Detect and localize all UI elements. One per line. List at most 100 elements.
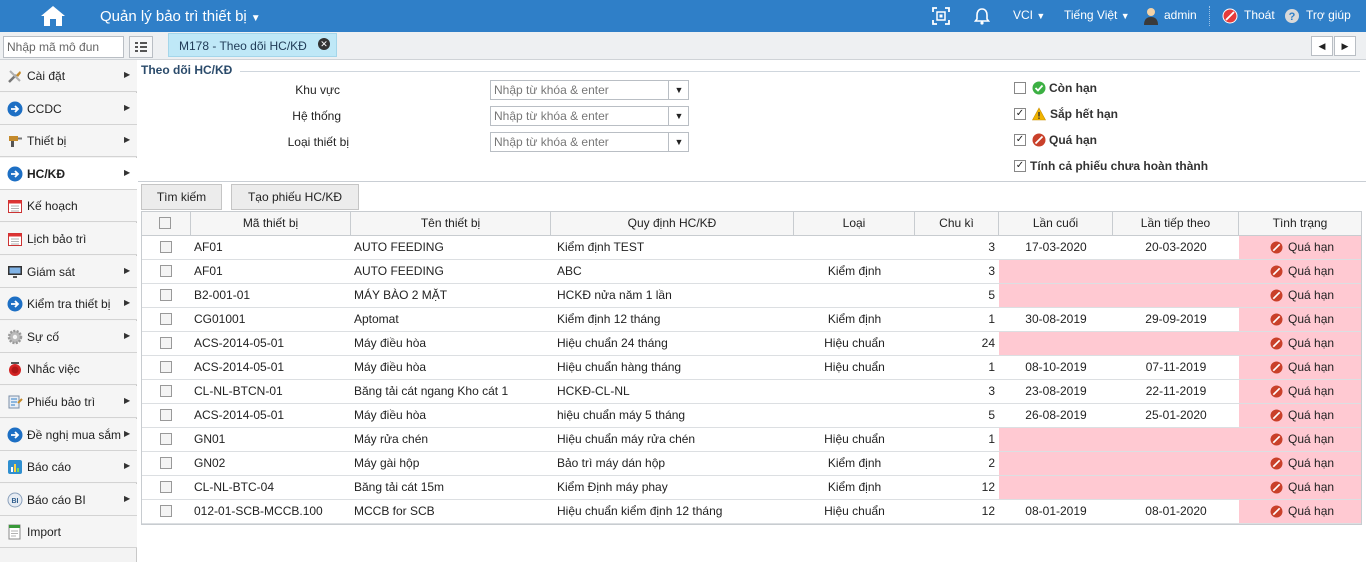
sidebar-item-5[interactable]: Lịch bảo trì [0,223,137,255]
bell-icon[interactable] [972,6,992,26]
user-icon [1144,8,1158,25]
select-all-checkbox[interactable] [159,217,171,229]
sidebar-item-7[interactable]: Kiểm tra thiết bị ▶ [0,288,137,321]
sidebar-item-label: Cài đặt [27,69,66,83]
row-checkbox[interactable] [160,433,172,445]
chevron-right-icon: ▶ [124,396,131,405]
divider [1209,6,1210,26]
sidebar-item-3[interactable]: HC/KĐ ▶ [0,157,137,190]
table-row[interactable]: GN02 Máy gài hộp Bảo trì máy dán hộp Kiểm đ… [142,452,1361,476]
dropdown-arrow-icon[interactable]: ▼ [670,133,688,151]
checkbox-expiring[interactable]: ✓ [1014,108,1026,120]
cell-type: Hiệu chuẩn [824,432,885,446]
row-checkbox[interactable] [160,457,172,469]
sidebar-item-9[interactable]: Nhắc việc [0,353,137,386]
sidebar-item-13[interactable]: BI Báo cáo BI ▶ [0,483,137,516]
checkbox-valid[interactable] [1014,82,1026,94]
no-entry-icon [1270,505,1283,518]
row-checkbox[interactable] [160,265,172,277]
filter-device-type-combo[interactable]: ▼ [490,132,689,152]
sidebar-item-12[interactable]: Báo cáo ▶ [0,451,137,484]
filter-device-type-input[interactable] [491,133,669,151]
search-button[interactable]: Tìm kiếm [141,184,222,210]
table-row[interactable]: CG01001 Aptomat Kiểm định 12 tháng Kiểm địn… [142,308,1361,332]
check-circle-icon [1032,81,1046,95]
sidebar-item-11[interactable]: Đề nghị mua sắm ▶ [0,418,137,451]
no-entry-icon [1270,289,1283,302]
table-row[interactable]: GN01 Máy rửa chén Hiệu chuẩn máy rửa chén H… [142,428,1361,452]
sidebar-item-1[interactable]: CCDC ▶ [0,92,137,125]
tab-next-button[interactable]: ▶ [1334,36,1356,56]
sidebar-item-10[interactable]: Phiếu bảo trì ▶ [0,386,137,418]
user-name[interactable]: admin [1164,8,1197,22]
filter-area-input[interactable] [491,81,669,99]
row-checkbox[interactable] [160,313,172,325]
row-checkbox[interactable] [160,361,172,373]
sidebar-item-0[interactable]: Cài đặt ▶ [0,60,137,92]
cell-last [999,476,1113,499]
no-entry-icon [1270,241,1283,254]
checkbox-include-incomplete[interactable]: ✓ [1014,160,1026,172]
col-header-next[interactable]: Lần tiếp theo [1113,212,1239,236]
home-icon[interactable] [40,4,66,28]
table-row[interactable]: ACS-2014-05-01 Máy điều hòa Hiệu chuẩn 24 … [142,332,1361,356]
row-checkbox[interactable] [160,241,172,253]
col-header-rule[interactable]: Quy định HC/KĐ [551,212,794,236]
checkbox-overdue[interactable]: ✓ [1014,134,1026,146]
table-row[interactable]: AF01 AUTO FEEDING Kiểm định TEST 3 17-03-202… [142,236,1361,260]
tab-m178[interactable]: M178 - Theo dõi HC/KĐ [168,33,337,57]
tab-prev-button[interactable]: ◀ [1311,36,1333,56]
cell-status: Quá hạn [1288,336,1335,350]
filter-system-input[interactable] [491,107,669,125]
filter-system-combo[interactable]: ▼ [490,106,689,126]
col-header-status[interactable]: Tình trạng [1239,212,1361,236]
qr-scan-icon[interactable] [931,6,951,26]
module-grid-button[interactable] [129,36,153,58]
table-row[interactable]: ACS-2014-05-01 Máy điều hòa Hiệu chuẩn hàn… [142,356,1361,380]
help-icon[interactable]: ? [1284,8,1300,24]
row-checkbox[interactable] [160,505,172,517]
table-row[interactable]: CL-NL-BTCN-01 Băng tải cát ngang Kho cát … [142,380,1361,404]
company-selector[interactable]: VCI ▼ [1013,8,1045,22]
dropdown-arrow-icon[interactable]: ▼ [670,107,688,125]
col-header-last[interactable]: Lần cuối [999,212,1113,236]
row-checkbox[interactable] [160,481,172,493]
language-selector[interactable]: Tiếng Việt ▼ [1064,8,1130,22]
svg-text:BI: BI [12,498,19,505]
table-row[interactable]: ACS-2014-05-01 Máy điều hòa hiệu chuẩn máy… [142,404,1361,428]
cell-status: Quá hạn [1288,384,1335,398]
sidebar-item-4[interactable]: Kế hoạch [0,190,137,223]
close-icon[interactable]: ✕ [318,38,330,50]
table-row[interactable]: 012-01-SCB-MCCB.100 MCCB for SCB Hiệu chuẩ… [142,500,1361,524]
row-checkbox[interactable] [160,289,172,301]
table-row[interactable]: CL-NL-BTC-04 Băng tải cát 15m Kiểm Định má… [142,476,1361,500]
logout-icon[interactable] [1222,8,1238,24]
col-header-name[interactable]: Tên thiết bị [351,212,551,236]
module-code-input[interactable] [3,36,124,58]
chevron-right-icon: ▶ [124,102,131,112]
chevron-down-icon: ▼ [1120,11,1130,21]
logout-link[interactable]: Thoát [1244,8,1275,22]
app-title-menu[interactable]: Quản lý bảo trì thiết bị ▼ [100,8,261,25]
col-header-code[interactable]: Mã thiết bị [191,212,351,236]
row-checkbox[interactable] [160,409,172,421]
row-checkbox[interactable] [160,337,172,349]
sidebar-item-8[interactable]: Sự cố ▶ [0,320,137,353]
svg-text:?: ? [1289,11,1296,23]
table-row[interactable]: AF01 AUTO FEEDING ABC Kiểm định 3 Quá hạn [142,260,1361,284]
help-link[interactable]: Trợ giúp [1306,8,1351,22]
filter-area-combo[interactable]: ▼ [490,80,689,100]
cell-type [794,404,915,427]
row-checkbox[interactable] [160,385,172,397]
cell-cycle: 3 [988,240,995,254]
sidebar-item-2[interactable]: Thiết bị ▶ [0,125,137,158]
cell-rule: hiệu chuẩn máy 5 tháng [557,408,686,422]
col-header-cycle[interactable]: Chu kì [915,212,999,236]
col-header-type[interactable]: Loại [794,212,915,236]
table-row[interactable]: B2-001-01 MÁY BÀO 2 MẶT HCKĐ nửa năm 1 lần… [142,284,1361,308]
dropdown-arrow-icon[interactable]: ▼ [670,81,688,99]
sidebar-item-6[interactable]: Giám sát ▶ [0,255,137,288]
header-select-all [142,212,191,236]
sidebar-item-14[interactable]: Import [0,516,137,549]
create-hckd-button[interactable]: Tạo phiếu HC/KĐ [231,184,359,210]
